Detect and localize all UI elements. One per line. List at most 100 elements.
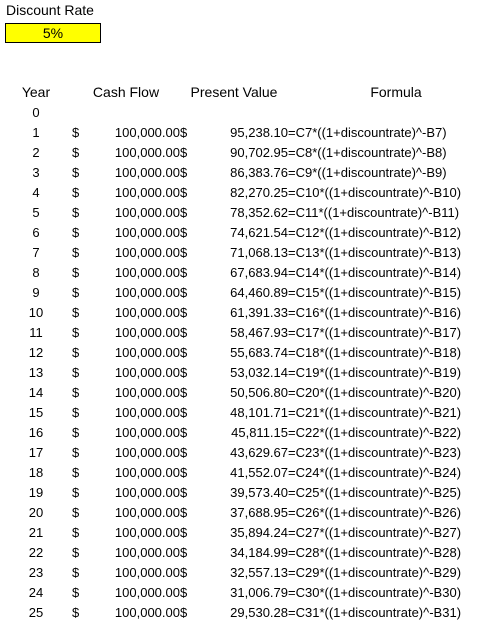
cell-year: 20: [28, 505, 44, 520]
cell-formula: =C7*((1+discountrate)^-B7): [288, 125, 447, 140]
table-row: 1 $100,000.00 $95,238.10 =C7*((1+discountra…: [0, 123, 504, 143]
cell-present-value-symbol: $: [180, 365, 188, 380]
column-header-present-value: Present Value: [190, 83, 278, 100]
cell-present-value-symbol: $: [180, 265, 188, 280]
cell-cash-flow-value: 100,000.00: [114, 405, 180, 420]
cell-cash-flow-symbol: $: [72, 285, 80, 300]
column-header-formula: Formula: [370, 83, 422, 100]
cell-cash-flow-symbol: $: [72, 325, 80, 340]
cell-formula: =C23*((1+discountrate)^-B23): [288, 445, 462, 460]
cell-present-value: 53,032.14: [230, 365, 288, 380]
cell-year: 23: [28, 565, 44, 580]
cell-present-value-symbol: $: [180, 305, 188, 320]
table-row: 13 $100,000.00 $53,032.14 =C19*((1+discount…: [0, 363, 504, 383]
table-row: 5 $100,000.00 $78,352.62 =C11*((1+discountr…: [0, 203, 504, 223]
cell-present-value-symbol: $: [180, 445, 188, 460]
cell-cash-flow-value: 100,000.00: [114, 525, 180, 540]
cell-present-value-symbol: $: [180, 165, 188, 180]
cell-present-value-symbol: $: [180, 185, 188, 200]
cell-cash-flow-value: 100,000.00: [114, 185, 180, 200]
cell-present-value-symbol: $: [180, 545, 188, 560]
cell-year: 8: [32, 265, 40, 280]
cell-year: 16: [28, 425, 44, 440]
cell-cash-flow-value: 100,000.00: [114, 425, 180, 440]
cell-cash-flow-symbol: $: [72, 365, 80, 380]
cell-present-value-symbol: $: [180, 525, 188, 540]
cell-cash-flow-symbol: $: [72, 545, 80, 560]
cell-cash-flow-symbol: $: [72, 205, 80, 220]
cell-formula: =C24*((1+discountrate)^-B24): [288, 465, 462, 480]
cell-present-value: 67,683.94: [230, 265, 288, 280]
cell-year: 11: [29, 325, 43, 340]
cell-formula: =C13*((1+discountrate)^-B13): [288, 245, 462, 260]
cell-year: 5: [32, 205, 40, 220]
cell-year: 24: [28, 585, 44, 600]
discount-rate-input-cell[interactable]: 5%: [5, 23, 101, 43]
cell-present-value: 31,006.79: [230, 585, 288, 600]
table-row: 21 $100,000.00 $35,894.24 =C27*((1+discount…: [0, 523, 504, 543]
cell-cash-flow-symbol: $: [72, 525, 80, 540]
cell-formula: =C30*((1+discountrate)^-B30): [288, 585, 462, 600]
present-value-table: Year Cash Flow Present Value Formula 0 1 $…: [0, 80, 504, 623]
cell-present-value: 45,811.15: [231, 425, 288, 440]
cell-year: 0: [32, 105, 40, 120]
cell-formula: =C21*((1+discountrate)^-B21): [288, 405, 462, 420]
cell-cash-flow-symbol: $: [72, 125, 80, 140]
cell-year: 3: [32, 165, 40, 180]
cell-cash-flow-value: 100,000.00: [114, 225, 180, 240]
cell-present-value: 90,702.95: [230, 145, 288, 160]
cell-year: 7: [32, 245, 40, 260]
cell-cash-flow-symbol: $: [72, 345, 80, 360]
cell-present-value: 71,068.13: [230, 245, 288, 260]
table-row: 20 $100,000.00 $37,688.95 =C26*((1+discount…: [0, 503, 504, 523]
cell-formula: =C25*((1+discountrate)^-B25): [288, 485, 462, 500]
table-row: 11 $100,000.00 $58,467.93 =C17*((1+discount…: [0, 323, 504, 343]
table-row: 4 $100,000.00 $82,270.25 =C10*((1+discountr…: [0, 183, 504, 203]
cell-present-value-symbol: $: [180, 465, 188, 480]
table-row: 19 $100,000.00 $39,573.40 =C25*((1+discount…: [0, 483, 504, 503]
cell-formula: =C9*((1+discountrate)^-B9): [288, 165, 447, 180]
discount-rate-value: 5%: [42, 25, 64, 41]
cell-present-value: 61,391.33: [230, 305, 288, 320]
cell-present-value-symbol: $: [180, 565, 188, 580]
cell-present-value: 55,683.74: [230, 345, 288, 360]
cell-present-value: 35,894.24: [230, 525, 288, 540]
cell-cash-flow-value: 100,000.00: [114, 485, 180, 500]
table-row: 23 $100,000.00 $32,557.13 =C29*((1+discount…: [0, 563, 504, 583]
cell-year: 14: [28, 385, 44, 400]
cell-cash-flow-symbol: $: [72, 165, 80, 180]
cell-formula: =C29*((1+discountrate)^-B29): [288, 565, 462, 580]
cell-year: 12: [28, 345, 44, 360]
cell-present-value-symbol: $: [180, 205, 188, 220]
cell-present-value-symbol: $: [180, 385, 188, 400]
cell-cash-flow-symbol: $: [72, 185, 80, 200]
cell-present-value: 95,238.10: [230, 125, 288, 140]
cell-present-value: 58,467.93: [230, 325, 288, 340]
cell-formula: =C27*((1+discountrate)^-B27): [288, 525, 462, 540]
cell-cash-flow-value: 100,000.00: [114, 545, 180, 560]
cell-year: 19: [28, 485, 44, 500]
cell-cash-flow-symbol: $: [72, 465, 80, 480]
cell-present-value-symbol: $: [180, 285, 188, 300]
cell-year: 18: [28, 465, 44, 480]
table-row: 24 $100,000.00 $31,006.79 =C30*((1+discount…: [0, 583, 504, 603]
cell-present-value: 64,460.89: [230, 285, 288, 300]
cell-cash-flow-value: 100,000.00: [114, 145, 180, 160]
table-row: 10 $100,000.00 $61,391.33 =C16*((1+discount…: [0, 303, 504, 323]
cell-present-value: 78,352.62: [230, 205, 288, 220]
cell-cash-flow-value: 100,000.00: [114, 585, 180, 600]
cell-formula: =C18*((1+discountrate)^-B18): [288, 345, 462, 360]
cell-present-value-symbol: $: [180, 505, 188, 520]
cell-formula: =C8*((1+discountrate)^-B8): [288, 145, 447, 160]
cell-cash-flow-symbol: $: [72, 445, 80, 460]
cell-cash-flow-value: 100,000.00: [114, 285, 180, 300]
cell-cash-flow-value: 100,000.00: [114, 505, 180, 520]
cell-cash-flow-value: 100,000.00: [114, 205, 180, 220]
cell-cash-flow-value: [90, 103, 180, 123]
cell-cash-flow-symbol: $: [72, 565, 80, 580]
cell-present-value: [198, 103, 288, 123]
cell-formula: =C15*((1+discountrate)^-B15): [288, 285, 462, 300]
cell-formula: =C19*((1+discountrate)^-B19): [288, 365, 462, 380]
cell-year: 17: [28, 445, 44, 460]
cell-year: 22: [28, 545, 44, 560]
